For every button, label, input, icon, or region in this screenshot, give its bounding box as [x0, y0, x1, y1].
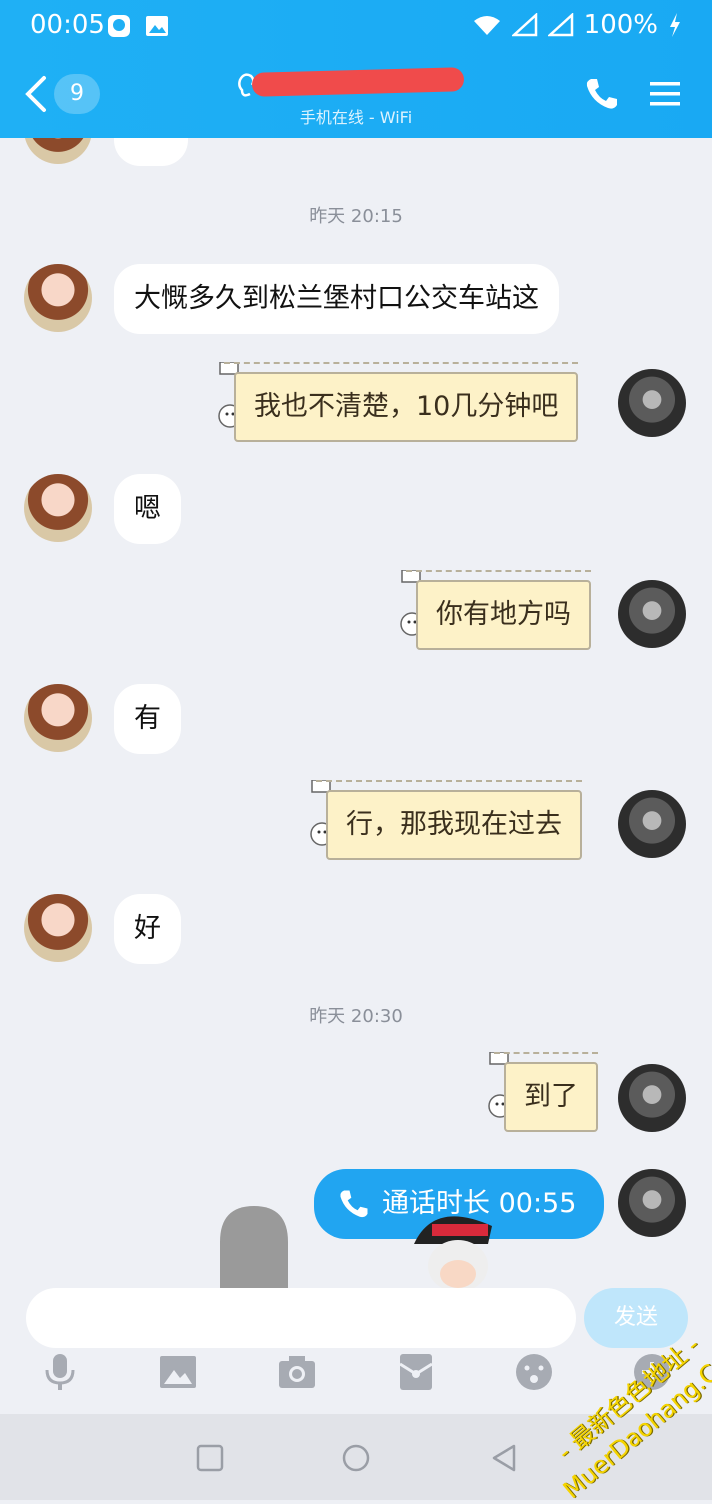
redacted-name	[251, 67, 465, 97]
timestamp: 昨天 20:15	[309, 206, 403, 227]
chat-area[interactable]: 昨天 20:15 大慨多久到松兰堡村口公交车站这 我也不清楚，10几分钟吧 嗯 …	[0, 138, 712, 1288]
my-avatar[interactable]	[618, 790, 686, 858]
timestamp: 昨天 20:30	[309, 1006, 403, 1027]
status-right: 100%	[472, 10, 682, 40]
battery-percent: 100%	[583, 10, 658, 40]
emoji-icon[interactable]	[514, 1352, 554, 1392]
chevron-left-icon	[25, 76, 46, 112]
message-bubble-received[interactable]: 大慨多久到松兰堡村口公交车站这	[114, 264, 559, 334]
anime-character-decoration	[414, 1216, 492, 1288]
contact-avatar[interactable]	[24, 138, 92, 164]
wifi-icon	[473, 16, 500, 35]
message-bubble-received[interactable]: 嗯	[114, 474, 181, 544]
camera-icon[interactable]	[277, 1352, 317, 1392]
message-bubble-received[interactable]: 有	[114, 684, 181, 754]
message-bubble-sent[interactable]: 行，那我现在过去	[316, 780, 582, 860]
message-bubble-sent[interactable]: 我也不清楚，10几分钟吧	[223, 362, 579, 442]
contact-avatar[interactable]	[24, 684, 92, 752]
qq-notification-icon	[108, 15, 130, 37]
microphone-icon[interactable]	[40, 1352, 80, 1392]
my-avatar[interactable]	[618, 369, 686, 437]
my-avatar[interactable]	[618, 1064, 686, 1132]
signal-icon	[511, 13, 537, 37]
message-bubble-partial[interactable]	[114, 138, 188, 166]
contact-title[interactable]: 手机在线 - WiFi	[232, 66, 480, 130]
phone-call-button[interactable]	[582, 74, 622, 114]
message-bubble-sent[interactable]: 你有地方吗	[406, 570, 591, 650]
back-nav-icon[interactable]	[488, 1442, 520, 1474]
menu-button[interactable]	[646, 74, 686, 114]
status-bar: 00:05 100%	[0, 0, 712, 54]
gallery-notification-icon	[146, 16, 168, 36]
my-avatar[interactable]	[618, 580, 686, 648]
back-button[interactable]: 9	[24, 74, 100, 114]
recent-apps-icon[interactable]	[194, 1442, 226, 1474]
chat-header: 00:05 100% 9 手机在线 - WiFi	[0, 0, 712, 138]
contact-avatar[interactable]	[24, 474, 92, 542]
image-icon[interactable]	[158, 1352, 198, 1392]
red-packet-icon[interactable]	[396, 1352, 436, 1392]
contact-avatar[interactable]	[24, 264, 92, 332]
message-bubble-received[interactable]: 好	[114, 894, 181, 964]
my-avatar[interactable]	[618, 1169, 686, 1237]
phone-icon	[340, 1190, 368, 1218]
charging-icon	[670, 13, 680, 37]
silhouette-character-decoration	[220, 1206, 288, 1288]
status-time: 00:05	[30, 10, 105, 40]
message-bubble-sent[interactable]: 到了	[494, 1052, 598, 1132]
unread-badge: 9	[54, 74, 100, 114]
message-input[interactable]	[26, 1288, 576, 1348]
signal-icon-2	[547, 13, 573, 37]
online-status: 手机在线 - WiFi	[299, 108, 413, 127]
home-icon[interactable]	[340, 1442, 372, 1474]
contact-avatar[interactable]	[24, 894, 92, 962]
